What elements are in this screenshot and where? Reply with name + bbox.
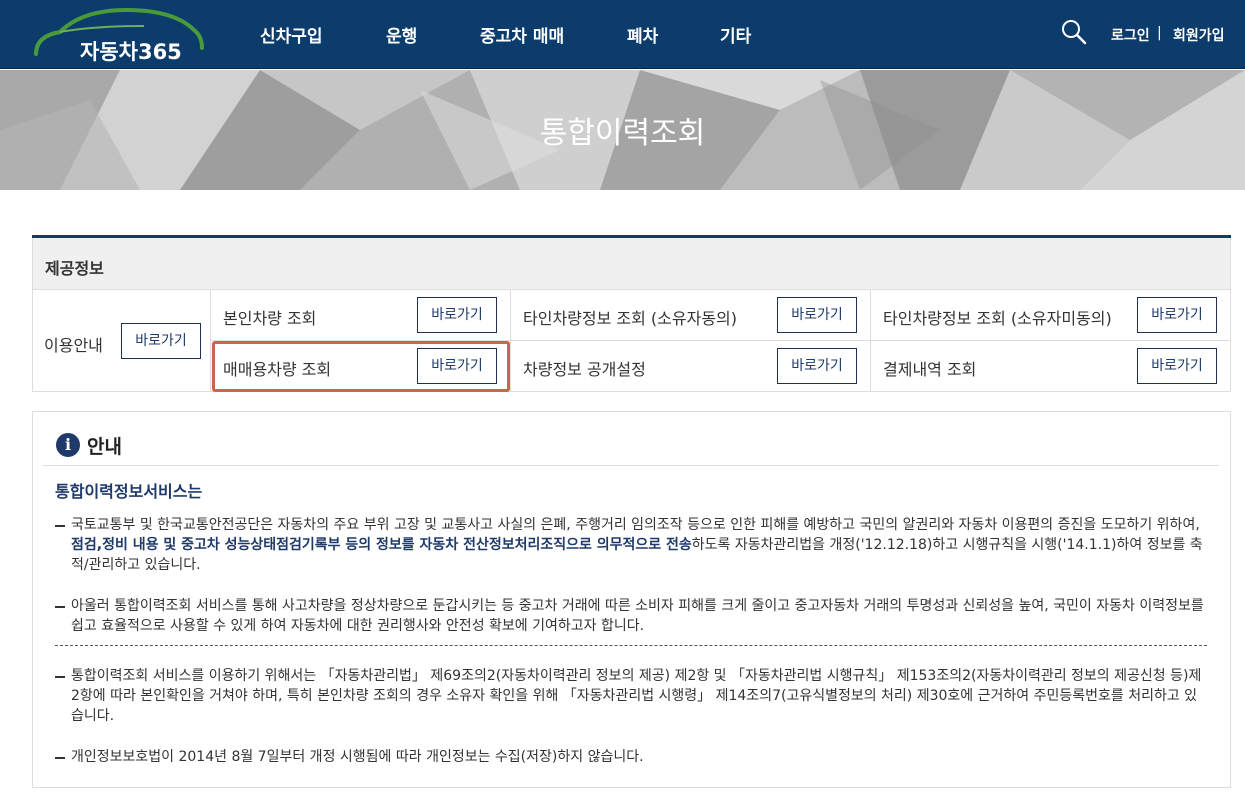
bullet-dash (55, 757, 65, 759)
other-car-no-consent-cell: 타인차량정보 조회 (소유자미동의) 바로가기 (871, 290, 1231, 341)
usage-label: 이용안내 (44, 336, 103, 355)
bullet-dash (55, 676, 65, 678)
notice-subtitle: 통합이력정보서비스는 (55, 482, 203, 501)
provided-info-heading: 제공정보 (32, 238, 1231, 290)
nav-etc[interactable]: 기타 (720, 22, 751, 47)
dotted-divider (55, 645, 1207, 646)
provided-info-title: 제공정보 (45, 259, 104, 278)
notice-paragraph-1: 국토교통부 및 한국교통안전공단은 자동차의 주요 부위 고장 및 교통사고 사… (71, 515, 1207, 575)
logo-text: 자동차365 (80, 40, 182, 64)
notice-divider (43, 465, 1219, 466)
p1-text-bold: 점검,정비 내용 및 중고차 성능상태점검기록부 등의 정보를 자동차 전산정보… (71, 537, 692, 553)
bullet-dash (55, 606, 65, 608)
usage-go-button[interactable]: 바로가기 (121, 323, 201, 359)
car-info-public-cell: 차량정보 공개설정 바로가기 (511, 341, 871, 392)
util-separator: | (1157, 25, 1162, 41)
search-icon[interactable] (1061, 19, 1087, 45)
other-car-no-consent-go-button[interactable]: 바로가기 (1137, 297, 1217, 333)
payment-history-cell: 결제내역 조회 바로가기 (871, 341, 1231, 392)
notice-title: 안내 (87, 436, 122, 458)
notice-paragraph-2: 아울러 통합이력조회 서비스를 통해 사고차량을 정상차량으로 둔갑시키는 등 … (71, 598, 1204, 634)
payment-history-go-button[interactable]: 바로가기 (1137, 348, 1217, 384)
nav-new-car[interactable]: 신차구입 (260, 22, 323, 47)
other-car-no-consent-label: 타인차량정보 조회 (소유자미동의) (883, 309, 1112, 328)
top-header: 자동차365 신차구입 운행 중고차 매매 폐차 기타 로그인 | 회원가입 (0, 0, 1245, 69)
other-car-consent-cell: 타인차량정보 조회 (소유자동의) 바로가기 (511, 290, 871, 341)
signup-link[interactable]: 회원가입 (1173, 25, 1225, 45)
payment-history-label: 결제내역 조회 (883, 360, 977, 379)
notice-paragraph-3: 통합이력조회 서비스를 이용하기 위해서는 「자동차관리법」 제69조의2(자동… (71, 668, 1202, 724)
p1-text-a: 국토교통부 및 한국교통안전공단은 자동차의 주요 부위 고장 및 교통사고 사… (71, 517, 1200, 533)
other-car-consent-label: 타인차량정보 조회 (소유자동의) (523, 309, 738, 328)
page-banner: 통합이력조회 (0, 70, 1245, 190)
notice-box: i 안내 통합이력정보서비스는 국토교통부 및 한국교통안전공단은 자동차의 주… (32, 411, 1231, 788)
notice-paragraph-4: 개인정보보호법이 2014년 8월 7일부터 개정 시행됨에 따라 개인정보는 … (71, 749, 644, 765)
own-car-cell: 본인차량 조회 바로가기 (211, 290, 511, 341)
site-logo[interactable]: 자동차365 (34, 6, 204, 64)
car-info-public-label: 차량정보 공개설정 (523, 360, 646, 379)
car-info-public-go-button[interactable]: 바로가기 (777, 348, 857, 384)
own-car-label: 본인차량 조회 (223, 309, 317, 328)
nav-scrap[interactable]: 폐차 (627, 22, 658, 47)
login-link[interactable]: 로그인 (1111, 25, 1150, 45)
other-car-consent-go-button[interactable]: 바로가기 (777, 297, 857, 333)
page-title: 통합이력조회 (539, 116, 706, 151)
info-icon: i (56, 433, 80, 457)
nav-driving[interactable]: 운행 (386, 22, 417, 47)
usage-cell: 이용안내 바로가기 (32, 290, 211, 392)
nav-used-car[interactable]: 중고차 매매 (480, 22, 564, 47)
bullet-dash (55, 525, 65, 527)
own-car-go-button[interactable]: 바로가기 (417, 297, 497, 333)
highlight-box (212, 341, 510, 392)
